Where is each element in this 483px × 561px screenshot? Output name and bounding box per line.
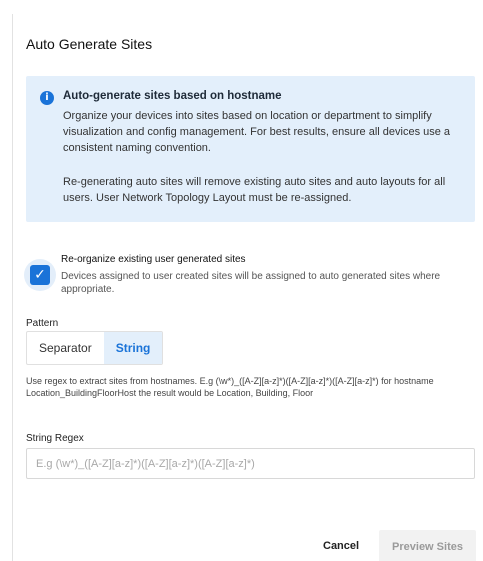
auto-generate-sites-dialog: Auto Generate Sites i Auto-generate site… <box>12 14 483 561</box>
info-body: Organize your devices into sites based o… <box>63 110 451 154</box>
info-banner: i Auto-generate sites based on hostname … <box>26 76 475 222</box>
info-title: Auto-generate sites based on hostname <box>63 90 282 102</box>
checkmark-icon: ✓ <box>34 267 46 283</box>
pattern-separator-option[interactable]: Separator <box>27 332 104 364</box>
info-icon: i <box>40 91 54 105</box>
string-regex-input[interactable] <box>26 448 475 479</box>
preview-sites-button[interactable]: Preview Sites <box>379 530 476 561</box>
regex-help-text: Use regex to extract sites from hostname… <box>26 376 434 398</box>
info-warning: Re-generating auto sites will remove exi… <box>63 176 446 204</box>
background-page-strip <box>0 0 483 14</box>
pattern-label: Pattern <box>26 318 59 329</box>
reorganize-label: Re-organize existing user generated site… <box>61 254 246 265</box>
pattern-toggle: Separator String <box>26 331 164 365</box>
pattern-string-option[interactable]: String <box>103 332 163 364</box>
cancel-button[interactable]: Cancel <box>323 540 359 552</box>
reorganize-checkbox[interactable]: ✓ <box>30 265 50 285</box>
string-regex-label: String Regex <box>26 433 84 444</box>
dialog-title: Auto Generate Sites <box>26 36 153 52</box>
reorganize-description: Devices assigned to user created sites w… <box>61 271 441 295</box>
